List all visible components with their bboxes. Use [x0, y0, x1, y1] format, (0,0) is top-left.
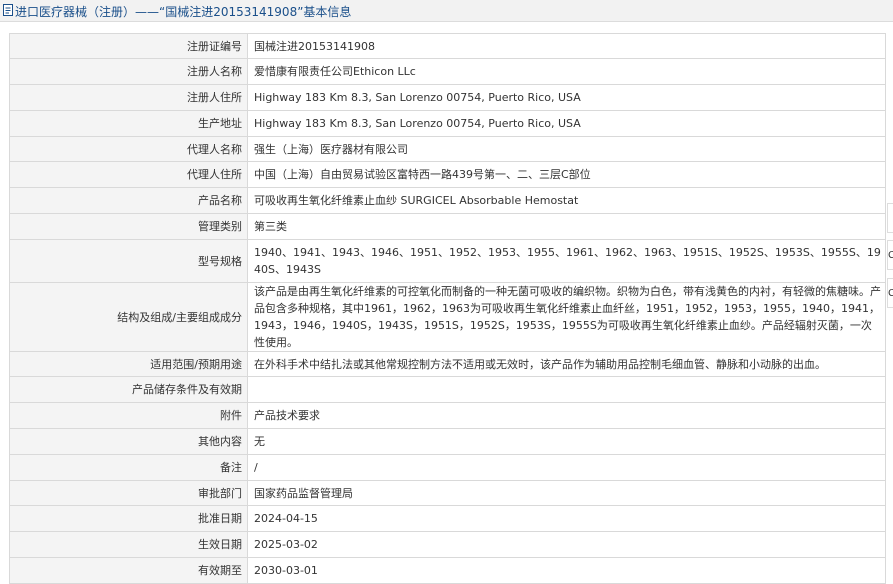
- field-label: 审批部门: [9, 480, 248, 506]
- field-label: 注册人住所: [9, 84, 248, 111]
- table-row: 型号规格 1940、1941、1943、1946、1951、1952、1953、…: [9, 239, 886, 283]
- table-row: 生产地址 Highway 183 Km 8.3, San Lorenzo 007…: [9, 110, 886, 137]
- table-row: 备注 /: [9, 454, 886, 481]
- table-row: 附件 产品技术要求: [9, 402, 886, 429]
- document-icon: [3, 4, 13, 16]
- table-row: 生效日期 2025-03-02: [9, 531, 886, 558]
- field-value: 强生（上海）医疗器材有限公司: [247, 136, 886, 162]
- table-row: 代理人住所 中国（上海）自由贸易试验区富特西一路439号第一、二、三层C部位: [9, 161, 886, 188]
- field-value: 该产品是由再生氧化纤维素的可控氧化而制备的一种无菌可吸收的编织物。织物为白色，带…: [247, 282, 886, 352]
- table-row: 注册人名称 爱惜康有限责任公司Ethicon LLc: [9, 58, 886, 85]
- field-value: Highway 183 Km 8.3, San Lorenzo 00754, P…: [247, 84, 886, 111]
- field-value: 可吸收再生氧化纤维素止血纱 SURGICEL Absorbable Hemost…: [247, 187, 886, 214]
- field-label: 注册证编号: [9, 33, 248, 59]
- field-label: 批准日期: [9, 505, 248, 532]
- field-value: /: [247, 454, 886, 481]
- side-tab-label: C: [888, 250, 893, 261]
- table-row: 代理人名称 强生（上海）医疗器材有限公司: [9, 136, 886, 162]
- side-tab-c[interactable]: C: [887, 240, 893, 270]
- field-value: 产品技术要求: [247, 402, 886, 429]
- field-value: 在外科手术中结扎法或其他常规控制方法不适用或无效时，该产品作为辅助用品控制毛细血…: [247, 351, 886, 377]
- side-tab[interactable]: [887, 203, 893, 233]
- table-row: 管理类别 第三类: [9, 213, 886, 240]
- field-label: 结构及组成/主要组成成分: [9, 282, 248, 352]
- field-value: [247, 376, 886, 403]
- table-row: 适用范围/预期用途 在外科手术中结扎法或其他常规控制方法不适用或无效时，该产品作…: [9, 351, 886, 377]
- table-row: 有效期至 2030-03-01: [9, 557, 886, 584]
- field-value: 1940、1941、1943、1946、1951、1952、1953、1955、…: [247, 239, 886, 283]
- field-label: 有效期至: [9, 557, 248, 584]
- field-label: 型号规格: [9, 239, 248, 283]
- field-value: Highway 183 Km 8.3, San Lorenzo 00754, P…: [247, 110, 886, 137]
- field-label: 注册人名称: [9, 58, 248, 85]
- field-label: 备注: [9, 454, 248, 481]
- table-row: 其他内容 无: [9, 428, 886, 455]
- table-row: 产品名称 可吸收再生氧化纤维素止血纱 SURGICEL Absorbable H…: [9, 187, 886, 214]
- field-value: 国械注进20153141908: [247, 33, 886, 59]
- side-tab-label: C: [888, 288, 893, 299]
- field-value: 第三类: [247, 213, 886, 240]
- field-value: 2024-04-15: [247, 505, 886, 532]
- table-row: 结构及组成/主要组成成分 该产品是由再生氧化纤维素的可控氧化而制备的一种无菌可吸…: [9, 282, 886, 352]
- table-row: 批准日期 2024-04-15: [9, 505, 886, 532]
- field-value: 中国（上海）自由贸易试验区富特西一路439号第一、二、三层C部位: [247, 161, 886, 188]
- field-label: 产品名称: [9, 187, 248, 214]
- field-value: 国家药品监督管理局: [247, 480, 886, 506]
- field-label: 适用范围/预期用途: [9, 351, 248, 377]
- field-label: 生产地址: [9, 110, 248, 137]
- field-label: 产品储存条件及有效期: [9, 376, 248, 403]
- field-label: 生效日期: [9, 531, 248, 558]
- field-label: 附件: [9, 402, 248, 429]
- field-label: 管理类别: [9, 213, 248, 240]
- page-title: 进口医疗器械（注册）——“国械注进20153141908”基本信息: [15, 5, 352, 19]
- table-row: 产品储存条件及有效期: [9, 376, 886, 403]
- field-value: 2025-03-02: [247, 531, 886, 558]
- field-value: 无: [247, 428, 886, 455]
- title-bar: 进口医疗器械（注册）——“国械注进20153141908”基本信息: [0, 0, 893, 22]
- field-value: 爱惜康有限责任公司Ethicon LLc: [247, 58, 886, 85]
- table-row: 审批部门 国家药品监督管理局: [9, 480, 886, 506]
- table-row: 注册人住所 Highway 183 Km 8.3, San Lorenzo 00…: [9, 84, 886, 111]
- field-label: 代理人名称: [9, 136, 248, 162]
- field-label: 其他内容: [9, 428, 248, 455]
- info-table: 注册证编号 国械注进20153141908 注册人名称 爱惜康有限责任公司Eth…: [9, 33, 886, 584]
- field-label: 代理人住所: [9, 161, 248, 188]
- side-tab-c[interactable]: C: [887, 278, 893, 308]
- field-value: 2030-03-01: [247, 557, 886, 584]
- table-row: 注册证编号 国械注进20153141908: [9, 33, 886, 59]
